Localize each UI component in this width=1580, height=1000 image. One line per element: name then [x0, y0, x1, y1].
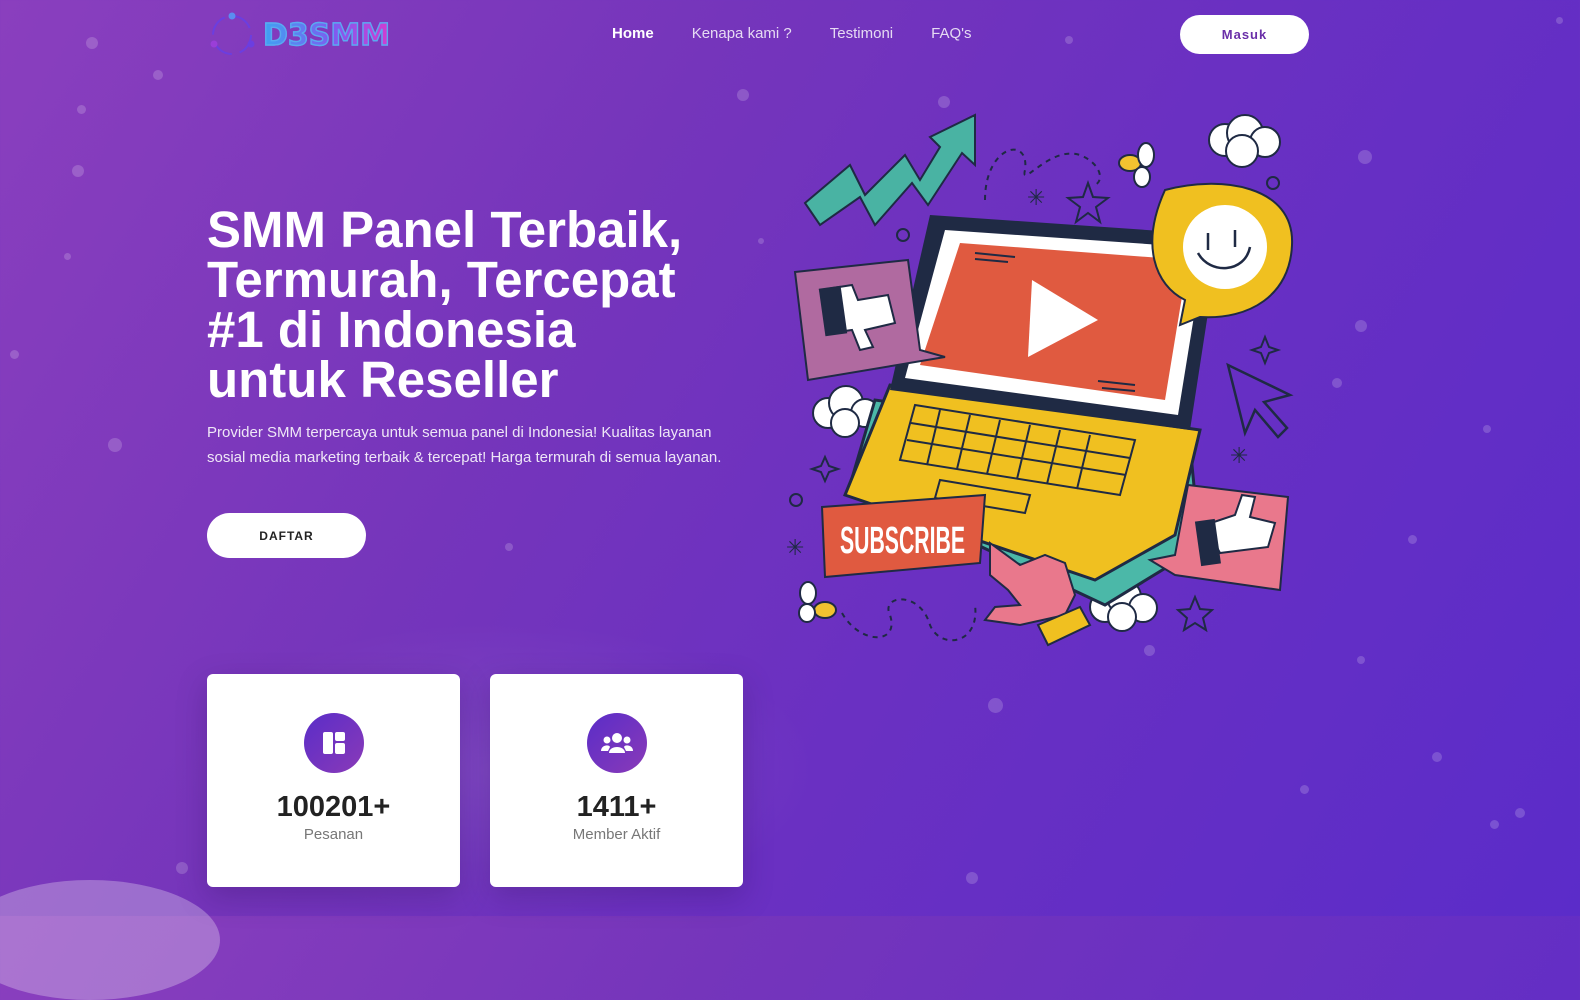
- main-nav: Home Kenapa kami ? Testimoni FAQ's: [612, 25, 972, 42]
- hero-illustration: ✳ ✳ ✳ SUBSCRIBE: [786, 113, 1294, 647]
- nav-why-us[interactable]: Kenapa kami ?: [692, 25, 792, 42]
- logo-mark-icon: [210, 12, 255, 55]
- hero-title-line: Termurah, Tercepat: [207, 251, 676, 308]
- hero-title-line: SMM Panel Terbaik,: [207, 201, 683, 258]
- logo-text: D3SMM: [262, 17, 391, 53]
- hero-title: SMM Panel Terbaik, Termurah, Tercepat #1…: [207, 201, 767, 408]
- sparkle-icon: [1248, 334, 1282, 366]
- svg-text:✳: ✳: [1230, 444, 1248, 469]
- bee-icon: [1118, 142, 1155, 188]
- stat-card-orders: 100201+ Pesanan: [207, 674, 460, 887]
- nav-home[interactable]: Home: [612, 25, 654, 42]
- hero-title-line: untuk Reseller: [207, 351, 559, 408]
- stat-icon-circle: [303, 713, 364, 773]
- users-icon: [600, 733, 633, 753]
- stat-card-members: 1411+ Member Aktif: [490, 674, 743, 887]
- stat-value: 1411+: [576, 791, 657, 823]
- bee-icon: [798, 581, 837, 623]
- stat-label: Pesanan: [303, 826, 364, 843]
- hero-description: Provider SMM terpercaya untuk semua pane…: [207, 424, 722, 466]
- logo[interactable]: D3SMM: [207, 10, 391, 60]
- dashboard-icon: [322, 732, 345, 754]
- stat-label: Member Aktif: [572, 826, 661, 843]
- cursor-icon: [1226, 362, 1294, 439]
- login-button[interactable]: Masuk: [1180, 15, 1309, 54]
- nav-faq[interactable]: FAQ's: [931, 25, 971, 42]
- subscribe-text: SUBSCRIBE: [840, 520, 965, 562]
- stat-value: 100201+: [276, 791, 391, 823]
- star-icon: [1065, 180, 1111, 225]
- register-button[interactable]: DAFTAR: [207, 513, 366, 558]
- svg-text:✳: ✳: [1027, 186, 1045, 211]
- svg-text:✳: ✳: [786, 536, 804, 561]
- subscribe-badge: SUBSCRIBE: [820, 493, 987, 579]
- stat-icon-circle: [586, 713, 647, 773]
- sparkle-icon: [808, 454, 842, 484]
- hero-title-line: #1 di Indonesia: [207, 301, 576, 358]
- trend-arrow-icon: [803, 113, 976, 227]
- nav-testimonials[interactable]: Testimoni: [830, 25, 893, 42]
- star-icon: [1175, 594, 1215, 633]
- cloud-icon: [1208, 114, 1281, 168]
